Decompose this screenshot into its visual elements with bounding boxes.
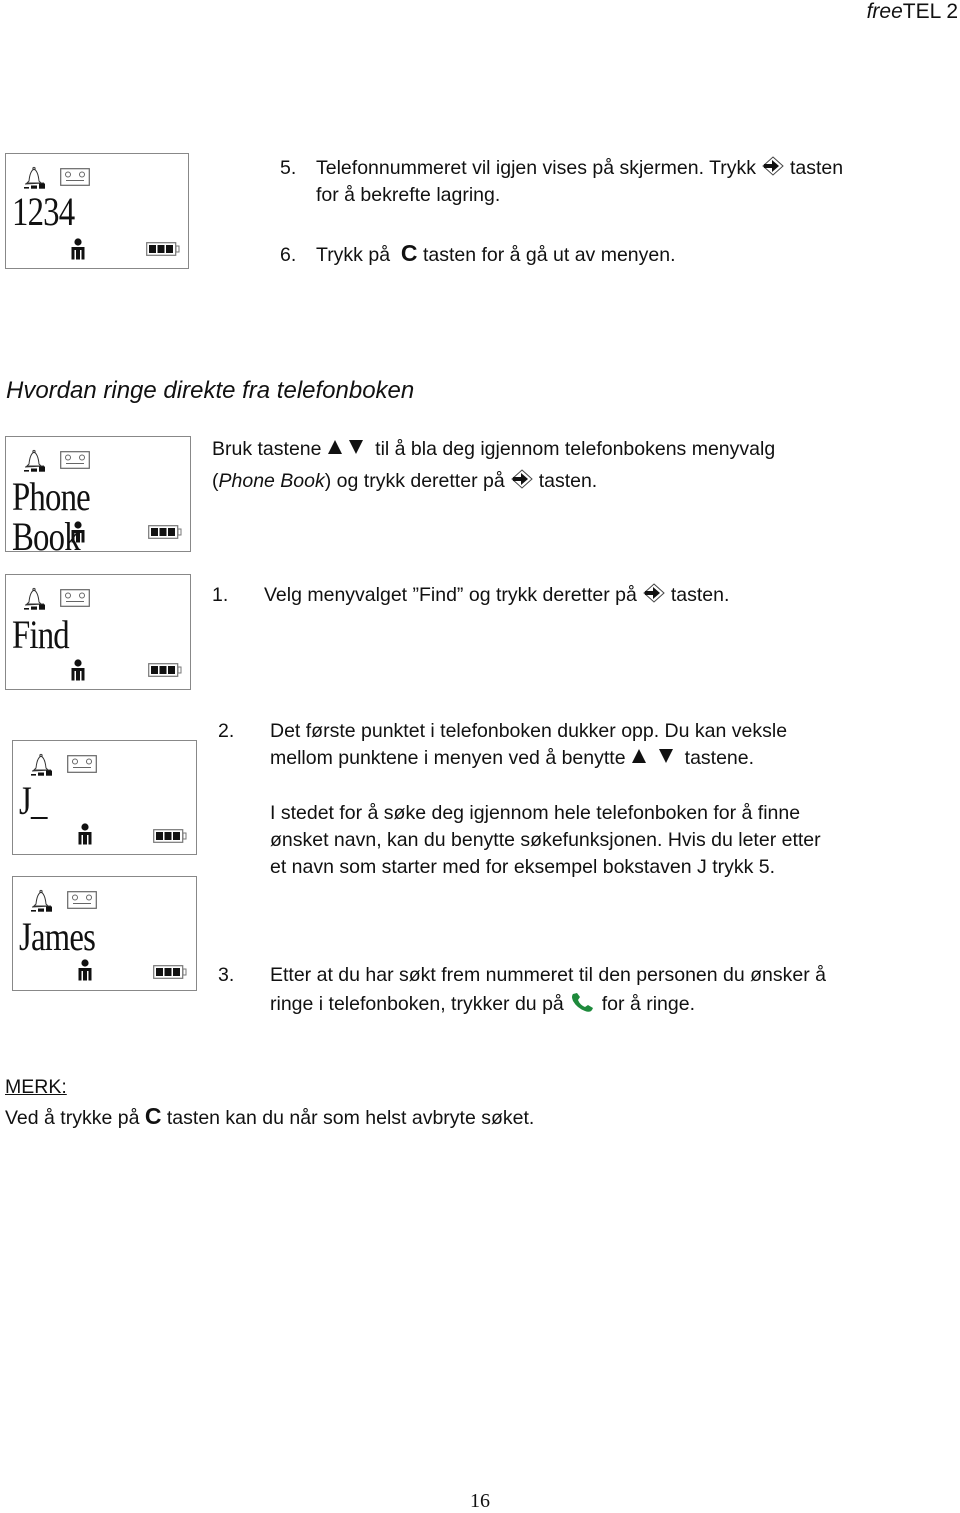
instruction-text: Bruk tastene xyxy=(212,438,322,460)
ok-arrow-key-icon xyxy=(511,469,533,489)
tape-icon xyxy=(60,451,90,469)
step-2-text: mellom punktene i menyen ved å benytte xyxy=(270,747,626,769)
step-3-text-end: for å ringe. xyxy=(601,993,695,1015)
step-5-text-end: tasten xyxy=(790,157,844,179)
battery-icon xyxy=(153,829,187,843)
step-number: 3. xyxy=(218,964,235,986)
step-2-text: Det første punktet i telefonboken dukker… xyxy=(270,720,788,742)
person-icon xyxy=(70,521,86,543)
bell-signal-icon xyxy=(22,166,48,190)
tape-icon xyxy=(60,168,90,186)
person-icon xyxy=(77,823,93,845)
person-icon xyxy=(77,959,93,981)
down-triangle-icon xyxy=(658,748,674,764)
step-number: 1. xyxy=(212,584,229,606)
down-triangle-icon xyxy=(348,439,364,455)
note-title: MERK: xyxy=(5,1076,67,1098)
lcd-screen-number: 1234 xyxy=(5,153,189,269)
step-3-text: ringe i telefonboken, trykker du på xyxy=(270,993,564,1015)
tape-icon xyxy=(67,891,97,909)
step-5-line-2: for å bekrefte lagring. xyxy=(316,184,501,206)
bell-signal-icon xyxy=(29,753,55,777)
phonebook-instruction-line-2: (Phone Book) og trykk deretter på tasten. xyxy=(212,468,597,495)
search-paragraph-line-1: I stedet for å søke deg igjennom hele te… xyxy=(270,802,801,824)
green-phone-icon xyxy=(570,992,596,1014)
brand-name: TEL 2 xyxy=(902,0,958,23)
step-number: 5. xyxy=(280,157,297,179)
page-number: 16 xyxy=(470,1490,490,1512)
up-triangle-icon xyxy=(631,748,647,764)
ok-arrow-key-icon xyxy=(762,156,784,176)
ok-arrow-key-icon xyxy=(643,583,665,603)
lcd-screen-phonebook: Phone Book xyxy=(5,436,191,557)
note-text-end: tasten kan du når som helst avbryte søke… xyxy=(166,1107,535,1129)
step-1: 1. Velg menyvalget ”Find” og trykk derett… xyxy=(212,582,729,609)
c-key-label: C xyxy=(400,240,418,266)
step-2-line-2: mellom punktene i menyen ved å benytte t… xyxy=(270,745,754,772)
brand-italic: free xyxy=(866,0,903,23)
note-text: Ved å trykke på C tasten kan du når som … xyxy=(5,1103,534,1132)
bell-signal-icon xyxy=(29,889,55,913)
step-6-text: Trykk på xyxy=(316,244,391,266)
search-paragraph-line-2: ønsket navn, kan du benytte søkefunksjon… xyxy=(270,829,821,851)
step-3: 3. Etter at du har søkt frem nummeret til… xyxy=(218,962,826,989)
step-6-text-end: tasten for å gå ut av menyen. xyxy=(422,244,676,266)
battery-icon xyxy=(153,965,187,979)
phonebook-instruction-line-1: Bruk tastene til å bla deg igjennom tele… xyxy=(212,436,775,463)
step-number: 6. xyxy=(280,244,297,266)
menu-name-italic: Phone Book xyxy=(218,470,325,492)
up-triangle-icon xyxy=(327,439,343,455)
lcd-screen-find: Find xyxy=(5,574,191,690)
lcd-screen-james: James xyxy=(12,876,197,991)
step-5: 5. Telefonnummeret vil igjen vises på skj… xyxy=(280,155,843,182)
c-key-label: C xyxy=(144,1103,162,1129)
step-3-line-2: ringe i telefonboken, trykker du på for å… xyxy=(270,991,695,1018)
person-icon xyxy=(70,659,86,681)
note-text-start: Ved å trykke på xyxy=(5,1107,140,1129)
instruction-text: ) og trykk deretter på xyxy=(324,470,505,492)
step-2: 2. Det første punktet i telefonboken dukk… xyxy=(218,718,787,745)
bell-signal-icon xyxy=(22,449,48,473)
bell-signal-icon xyxy=(22,587,48,611)
section-heading: Hvordan ringe direkte fra telefonboken xyxy=(6,377,415,404)
lcd-display-text: J_ xyxy=(19,778,47,823)
battery-icon xyxy=(146,242,180,256)
instruction-text-end: tasten. xyxy=(538,470,598,492)
lcd-display-text: 1234 xyxy=(12,189,75,234)
battery-icon xyxy=(148,663,182,677)
lcd-screen-search-j: J_ xyxy=(12,740,197,855)
battery-icon xyxy=(148,525,182,539)
lcd-display-text: James xyxy=(19,914,96,959)
person-icon xyxy=(70,238,86,260)
step-2-text-end: tastene. xyxy=(684,747,755,769)
step-number: 2. xyxy=(218,720,235,742)
lcd-display-text: Find xyxy=(12,612,70,657)
tape-icon xyxy=(67,755,97,773)
instruction-text-end: til å bla deg igjennom telefonbokens men… xyxy=(375,438,776,460)
step-1-text: Velg menyvalget ”Find” og trykk deretter… xyxy=(264,584,637,606)
step-5-text: Telefonnummeret vil igjen vises på skjer… xyxy=(316,157,756,179)
tape-icon xyxy=(60,589,90,607)
step-1-text-end: tasten. xyxy=(670,584,730,606)
search-paragraph-line-3: et navn som starter med for eksempel bok… xyxy=(270,856,776,878)
step-6: 6. Trykk på C tasten for å gå ut av menye… xyxy=(280,240,676,269)
document-header: freeTEL 2 xyxy=(867,0,958,24)
step-3-text: Etter at du har søkt frem nummeret til d… xyxy=(270,964,826,986)
lcd-display-text: Phone Book xyxy=(12,474,91,559)
